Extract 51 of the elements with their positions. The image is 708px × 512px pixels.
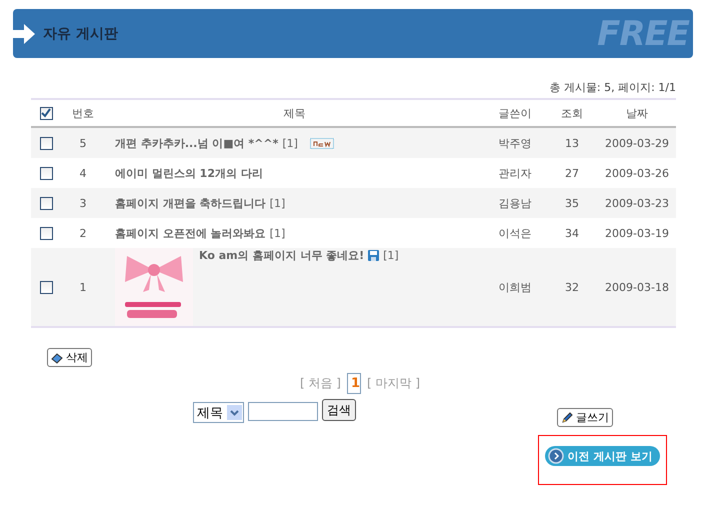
author-name: 관리자 xyxy=(498,166,532,180)
author-name: 이희범 xyxy=(498,280,532,294)
view-count: 35 xyxy=(565,196,579,210)
first-page-link[interactable]: [ 처음 ] xyxy=(300,376,341,390)
view-count: 32 xyxy=(565,280,579,294)
author-name: 박주영 xyxy=(498,136,532,150)
arrow-icon xyxy=(13,22,35,44)
view-count: 27 xyxy=(565,166,579,180)
view-count: 34 xyxy=(565,226,579,240)
comment-count: [1] xyxy=(270,196,286,210)
post-title[interactable]: 개편 추카추카...넘 이■여 *^^* xyxy=(115,136,278,150)
post-count: 총 게시물: 5, 페이지: 1/1 xyxy=(549,81,676,94)
post-date: 2009-03-23 xyxy=(605,196,669,210)
watermark-text: FREE xyxy=(597,15,689,53)
search-button[interactable]: 검색 xyxy=(322,399,356,421)
select-all-checkbox[interactable] xyxy=(40,106,52,120)
row-checkbox[interactable] xyxy=(40,196,52,210)
row-checkbox[interactable] xyxy=(40,166,52,180)
write-button[interactable]: 글쓰기 xyxy=(557,408,613,427)
board-title: 자유 게시판 xyxy=(43,24,118,42)
search-field-select[interactable]: 제목 xyxy=(193,402,244,423)
view-count: 13 xyxy=(565,136,579,150)
post-title[interactable]: 홈페이지 개편을 축하드립니다 xyxy=(115,196,266,210)
pencil-icon xyxy=(561,412,573,424)
last-page-link[interactable]: [ 마지막 ] xyxy=(367,376,420,390)
chevron-down-icon xyxy=(230,410,239,416)
post-date: 2009-03-29 xyxy=(605,136,669,150)
author-name: 이석은 xyxy=(498,226,532,240)
post-title[interactable]: Ko am의 홈페이지 너무 좋네요! xyxy=(199,248,364,263)
post-title[interactable]: 에이미 멀린스의 12개의 다리 xyxy=(115,166,263,180)
post-date: 2009-03-18 xyxy=(605,280,669,294)
post-date: 2009-03-19 xyxy=(605,226,669,240)
row-checkbox[interactable] xyxy=(40,136,52,150)
comment-count: [1] xyxy=(282,136,298,150)
post-number: 4 xyxy=(80,166,86,180)
search-input[interactable] xyxy=(248,402,318,421)
author-name: 김용남 xyxy=(498,196,532,210)
row-checkbox[interactable] xyxy=(40,280,52,294)
page-link[interactable]: 1 xyxy=(346,373,362,394)
post-title[interactable]: 홈페이지 오픈전에 놀러와봐요 xyxy=(115,226,266,240)
chevron-right-circle-icon xyxy=(548,448,564,464)
row-checkbox[interactable] xyxy=(40,226,52,240)
post-number: 1 xyxy=(80,280,86,294)
previous-board-button[interactable]: 이전 게시판 보기 xyxy=(544,446,660,466)
post-number: 3 xyxy=(80,196,86,210)
delete-button[interactable]: 삭제 xyxy=(47,348,92,367)
post-number: 2 xyxy=(80,226,86,240)
comment-count: [1] xyxy=(383,249,399,262)
comment-count: [1] xyxy=(270,226,286,240)
post-date: 2009-03-26 xyxy=(605,166,669,180)
post-number: 5 xyxy=(80,136,86,150)
